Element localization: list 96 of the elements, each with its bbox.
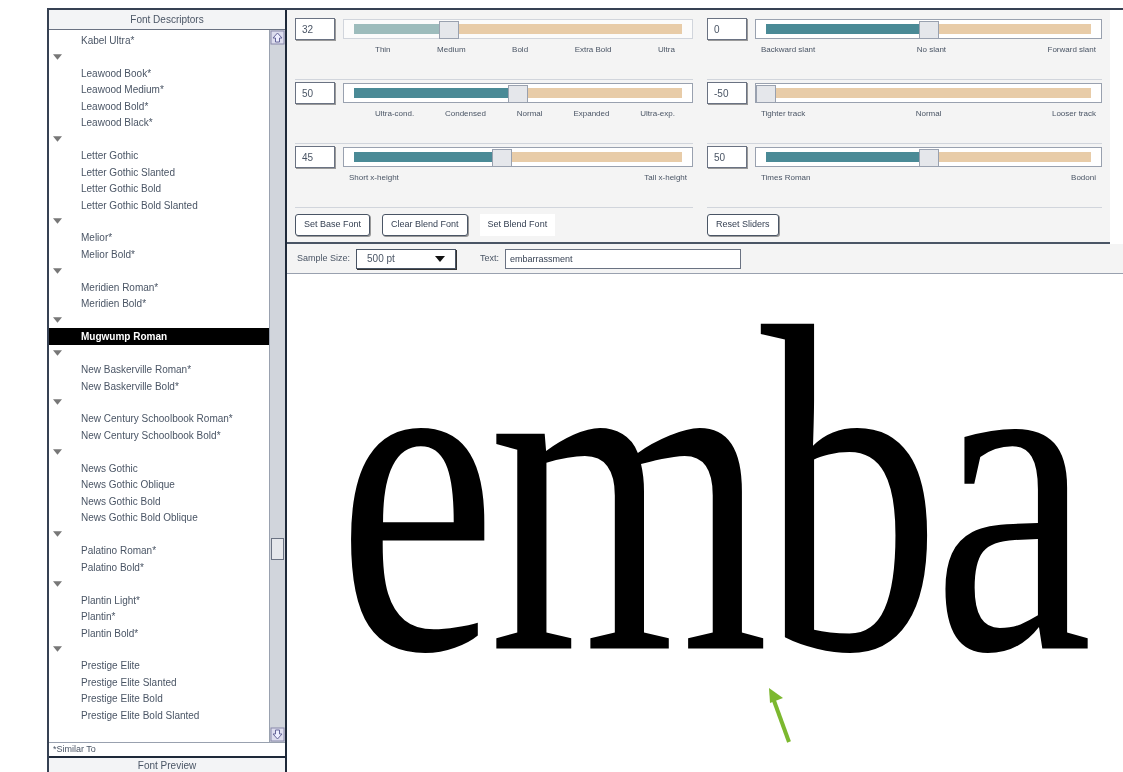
disclosure-triangle-icon[interactable] [53,317,62,324]
font-list-item[interactable]: Letter Gothic [49,147,269,164]
font-list-item[interactable]: New Baskerville Bold* [49,377,269,395]
action-button[interactable]: Reset Sliders [707,214,779,236]
font-list-item[interactable]: Prestige Elite [49,657,269,675]
slider-track[interactable] [755,147,1102,167]
slider-thumb[interactable] [439,21,460,39]
font-list-item[interactable]: Letter Gothic Slanted [49,163,269,181]
font-list-item[interactable]: News Gothic Bold Oblique [49,509,269,526]
font-list-item[interactable]: News Gothic [49,460,269,477]
dropdown-arrow-icon [435,255,446,262]
scale-label: Tall x-height [644,172,687,184]
scale-label: Normal [516,108,543,120]
font-list-item[interactable]: Plantin Light* [49,591,269,609]
font-list-item[interactable]: Letter Gothic Bold Slanted [49,196,269,214]
scale-label: No slant [916,44,947,56]
slider-thumb[interactable] [756,85,776,103]
font-list-item[interactable]: Plantin Bold* [49,624,269,642]
slider-track[interactable] [343,83,693,103]
font-list-item[interactable]: Palatino Bold* [49,558,269,576]
disclosure-triangle-icon[interactable] [53,218,62,225]
font-list-item[interactable]: News Gothic Oblique [49,476,269,493]
disclosure-triangle-icon[interactable] [53,136,62,143]
slider-thumb[interactable] [918,21,939,39]
scale-label: Forward slant [1047,44,1096,56]
value-field[interactable]: 50 [707,146,747,168]
font-list-item[interactable]: New Baskerville Roman* [49,361,269,378]
scrollbar[interactable] [269,30,285,742]
text-field[interactable]: embarrassment [505,248,742,269]
scale-label: Backward slant [761,44,816,56]
scale-label: Bold [512,44,529,56]
scale-label: Medium [437,44,466,56]
disclosure-triangle-icon[interactable] [53,399,62,406]
slider-thumb[interactable] [918,149,939,167]
font-list-item[interactable]: Leawood Book* [49,64,269,82]
panel-footer: Font Preview [49,756,285,772]
action-button[interactable]: Set Blend Font [479,214,556,236]
panel-title: Font Descriptors [49,10,285,30]
font-list-item[interactable]: Leawood Medium* [49,81,269,98]
value-field[interactable]: 50 [295,82,335,104]
font-list-item[interactable]: New Century Schoolbook Roman* [49,410,269,428]
scroll-down-icon[interactable] [270,727,285,742]
font-list-item[interactable]: Mugwump Roman [49,328,269,345]
disclosure-triangle-icon[interactable] [53,448,62,455]
slider-track[interactable] [343,19,693,39]
action-button[interactable]: Clear Blend Font [382,214,468,236]
font-list-item[interactable]: Meridien Bold* [49,295,269,312]
font-list-item[interactable]: Leawood Black* [49,114,269,131]
font-list-item[interactable]: Prestige Elite Slanted [49,674,269,691]
scale-label: Times Roman [761,172,811,184]
font-list-item[interactable]: Prestige Elite Bold Slanted [49,707,269,724]
slider-thumb[interactable] [508,85,528,103]
font-list-item[interactable]: Palatino Roman* [49,542,269,559]
preview-text: emba [337,304,1085,679]
text-field-label: Text: [480,251,500,265]
font-list-item[interactable]: Prestige Elite Bold [49,690,269,708]
font-list-item[interactable]: Plantin* [49,608,269,625]
scale-label: Ultra [658,44,675,56]
disclosure-triangle-icon[interactable] [53,531,62,538]
font-list-item[interactable]: Letter Gothic Bold [49,180,269,197]
sample-size-dropdown[interactable]: 500 pt [356,248,457,269]
scale-label: Bodoni [1071,172,1096,184]
disclosure-triangle-icon[interactable] [53,646,62,653]
scale-label: Expanded [573,108,610,120]
value-field[interactable]: 32 [295,18,335,40]
scale-label: Looser track [1051,108,1096,120]
slider-track[interactable] [755,83,1102,103]
font-list-item[interactable]: Kabel Ultra* [49,32,269,49]
value-field[interactable]: 45 [295,146,335,168]
sample-size-label: Sample Size: [297,251,351,265]
scale-label: Normal [915,108,942,120]
font-list-item[interactable]: News Gothic Bold [49,493,269,510]
scale-label: Condensed [445,108,486,120]
disclosure-triangle-icon[interactable] [53,580,62,587]
scale-label: Extra Bold [574,44,612,56]
scale-label: Ultra-exp. [640,108,675,120]
scale-label: Thin [375,44,391,56]
action-button[interactable]: Set Base Font [295,214,371,236]
slider-track[interactable] [343,147,693,167]
font-list-item[interactable]: New Century Schoolbook Bold* [49,427,269,444]
scale-label: Short x-height [349,172,399,184]
slider-thumb[interactable] [491,149,512,167]
scale-label: Tighter track [761,108,806,120]
scroll-up-icon[interactable] [270,30,285,45]
font-list-item[interactable]: Leawood Bold* [49,97,269,115]
disclosure-triangle-icon[interactable] [53,267,62,274]
value-field[interactable]: -50 [707,82,747,104]
slider-track[interactable] [755,19,1102,39]
font-list-item[interactable]: Melior Bold* [49,246,269,263]
scale-label: Ultra-cond. [375,108,415,120]
font-list-item[interactable]: Meridien Roman* [49,279,269,296]
disclosure-triangle-icon[interactable] [53,53,62,60]
scroll-thumb[interactable] [271,538,284,560]
font-list-item[interactable]: Melior* [49,229,269,247]
value-field[interactable]: 0 [707,18,747,40]
disclosure-triangle-icon[interactable] [53,350,62,357]
